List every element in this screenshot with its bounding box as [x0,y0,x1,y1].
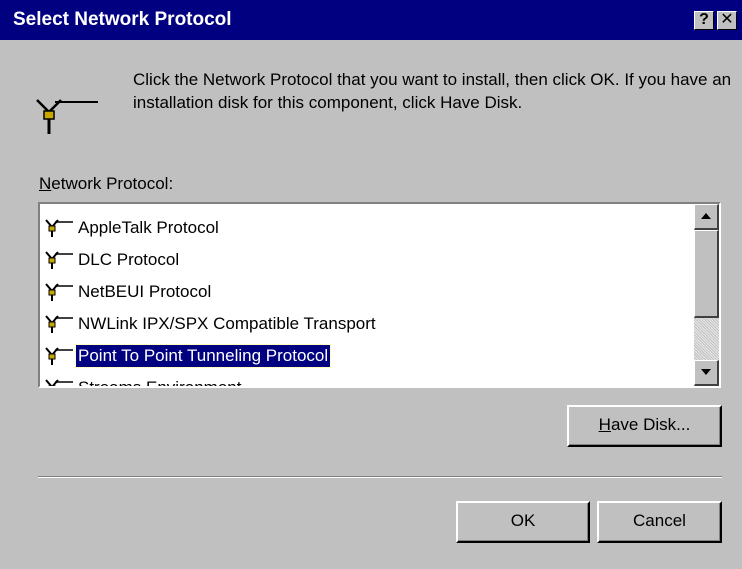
help-button[interactable]: ? [694,11,714,30]
list-item[interactable]: AppleTalk Protocol [44,212,692,244]
arrow-down-icon [701,369,711,375]
scroll-down-button[interactable] [694,360,719,386]
list-item[interactable]: NWLink IPX/SPX Compatible Transport [44,308,692,340]
cancel-button[interactable]: Cancel [597,501,722,543]
list-item-label: NetBEUI Protocol [78,282,212,301]
instructions-text: Click the Network Protocol that you want… [133,70,732,112]
scroll-up-button[interactable] [694,204,719,230]
list-item[interactable]: NetBEUI Protocol [44,276,692,308]
ok-button[interactable]: OK [456,501,590,543]
list-item[interactable]: DLC Protocol [44,244,692,276]
title-bar: Select Network Protocol ? ✕ [0,0,742,40]
list-item[interactable]: Streams Environment [44,372,692,388]
protocol-icon [44,250,74,270]
list-item-label: Streams Environment [78,378,242,388]
protocol-list-items: AppleTalk Protocol DLC Protocol NetBEUI Pr… [44,212,692,388]
protocol-icon [44,378,74,388]
label-text: etwork Protocol: [51,174,174,193]
protocol-icon [44,314,74,334]
window-title: Select Network Protocol [13,9,232,30]
list-item-label: AppleTalk Protocol [78,218,219,237]
separator [38,476,722,478]
network-protocol-icon [36,99,98,134]
list-item-label: NWLink IPX/SPX Compatible Transport [78,314,376,333]
list-item-label: Point To Point Tunneling Protocol [74,344,332,368]
protocol-icon [44,346,74,366]
network-protocol-label: Network Protocol: [39,174,173,194]
protocol-icon [44,282,74,302]
label-accelerator: N [39,174,52,193]
vertical-scrollbar[interactable] [694,204,719,386]
arrow-up-icon [701,213,711,219]
close-button[interactable]: ✕ [717,11,737,30]
list-item-label: DLC Protocol [78,250,180,269]
list-item[interactable]: Point To Point Tunneling Protocol [44,340,692,372]
protocol-listbox[interactable]: AppleTalk Protocol DLC Protocol NetBEUI Pr… [38,202,721,388]
have-disk-button[interactable]: Have Disk... [567,405,722,447]
have-disk-accelerator: H [598,415,611,434]
scroll-thumb[interactable] [694,230,719,318]
protocol-icon [44,218,74,238]
have-disk-label: ave Disk... [610,415,691,434]
